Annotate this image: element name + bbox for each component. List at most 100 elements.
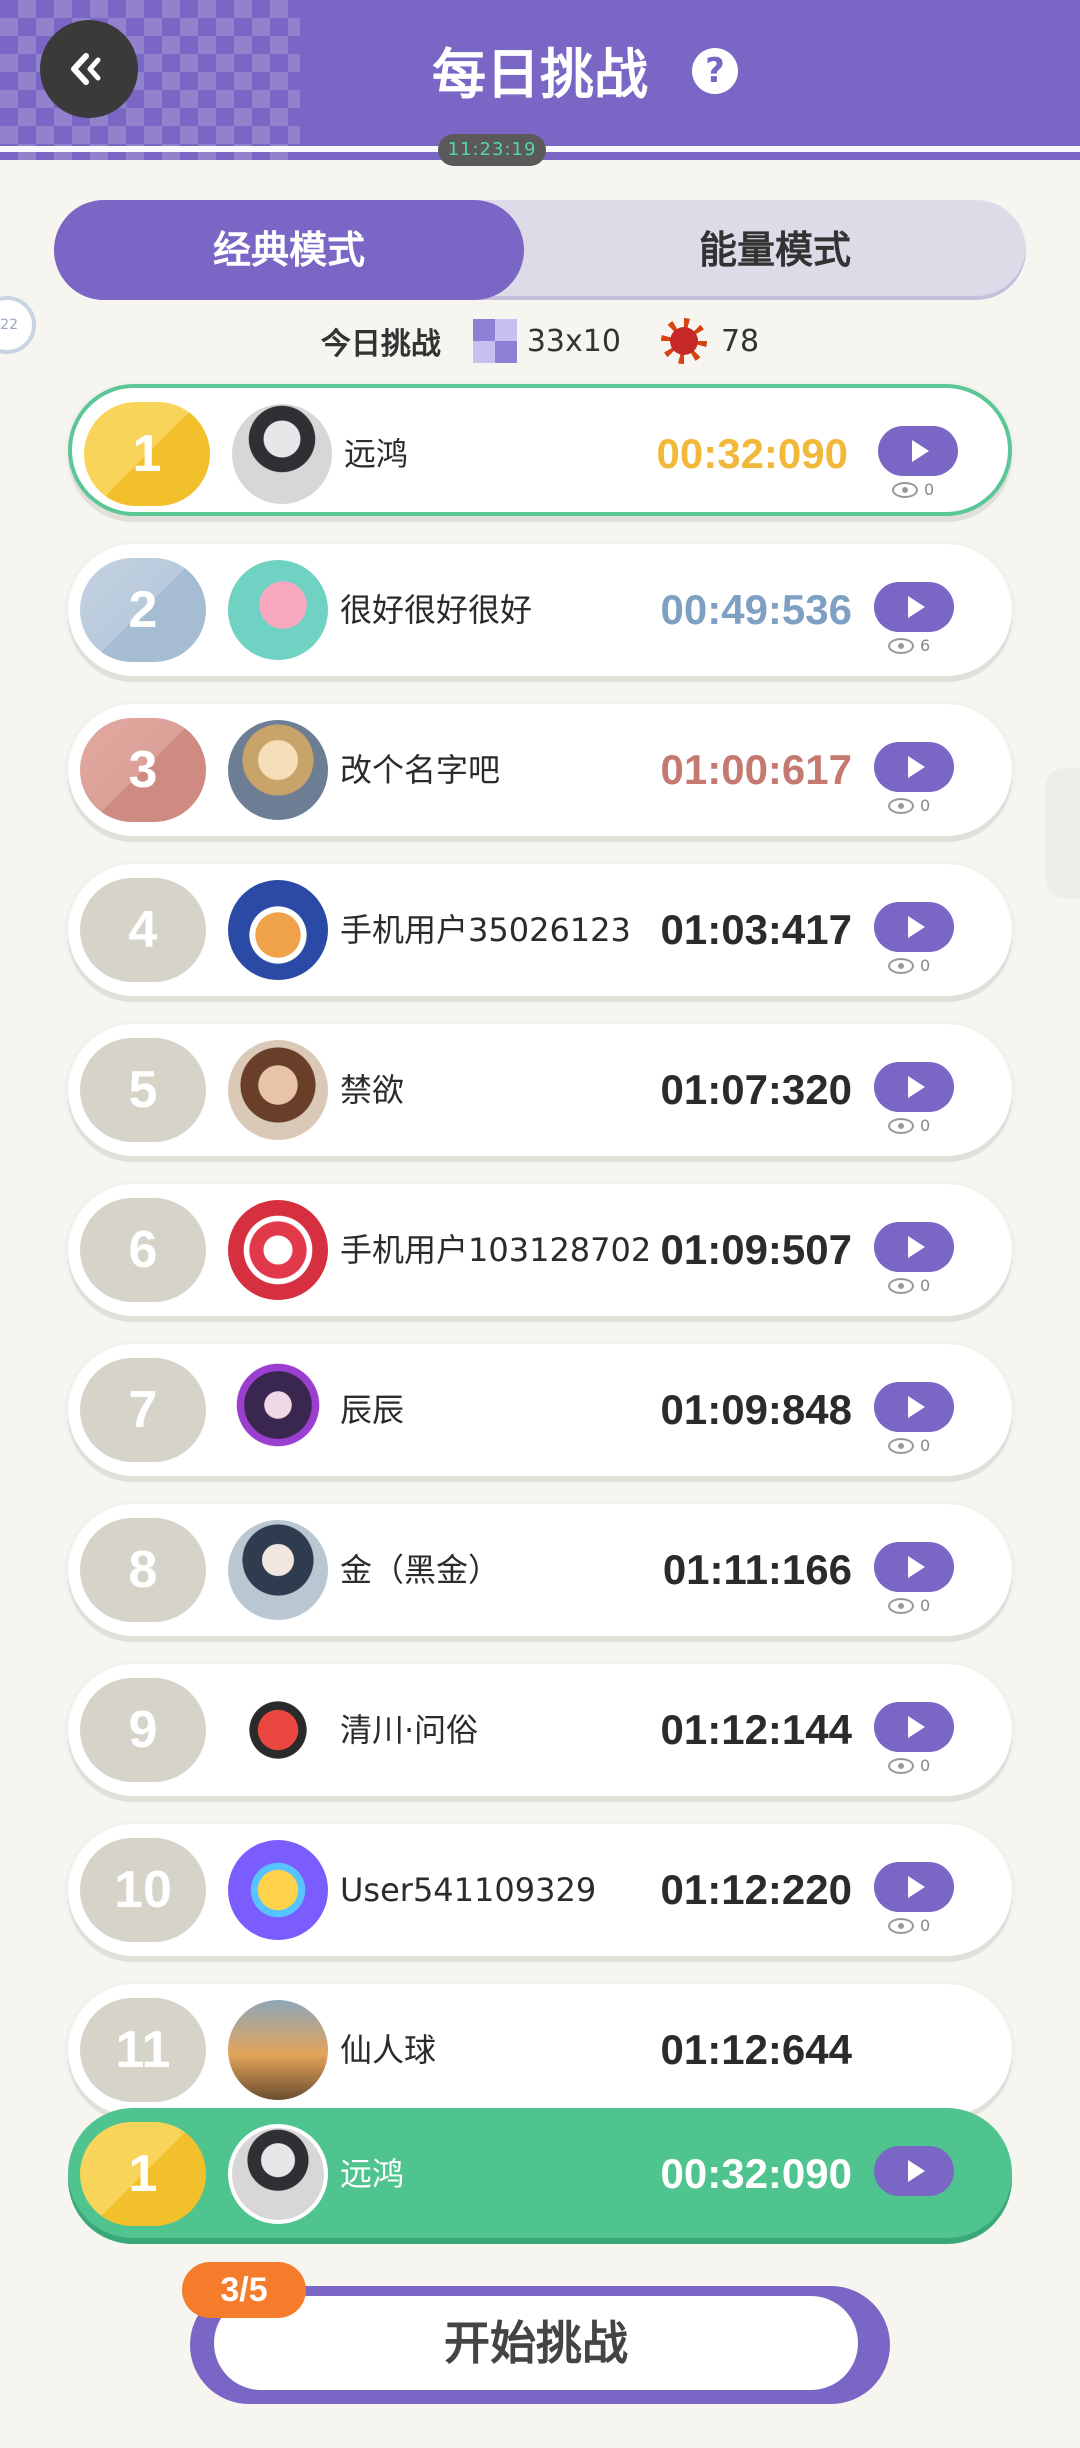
rank-badge: 10 <box>80 1838 206 1942</box>
side-drawer-handle[interactable] <box>1046 768 1080 898</box>
user-avatar[interactable] <box>228 1840 328 1940</box>
rank-badge: 1 <box>84 402 210 506</box>
replay-button[interactable] <box>874 1862 954 1912</box>
tab-classic-mode[interactable]: 经典模式 <box>54 200 524 300</box>
leaderboard-row: 6 手机用户103128702 01:09:507 0 <box>68 1184 1012 1316</box>
view-count-value: 0 <box>920 1596 931 1615</box>
user-avatar[interactable] <box>228 1520 328 1620</box>
play-icon <box>907 1076 925 1098</box>
replay-button[interactable] <box>874 902 954 952</box>
eye-icon <box>888 1437 914 1454</box>
user-avatar[interactable] <box>228 1680 328 1780</box>
rank-badge: 6 <box>80 1198 206 1302</box>
my-rank-badge: 1 <box>80 2122 206 2226</box>
view-count: 0 <box>888 1756 930 1775</box>
completion-time: 01:12:644 <box>660 2026 852 2073</box>
view-count-value: 6 <box>920 636 931 655</box>
rank-badge: 8 <box>80 1518 206 1622</box>
user-name: 金（黑金） <box>340 1551 501 1589</box>
view-count: 0 <box>888 1276 930 1295</box>
replay-button[interactable] <box>874 742 954 792</box>
play-icon <box>907 2160 925 2182</box>
header-status-pill: 11:23:19 <box>438 134 546 166</box>
view-count: 0 <box>888 1596 930 1615</box>
tab-energy-mode[interactable]: 能量模式 <box>524 200 1026 300</box>
user-avatar[interactable] <box>228 1200 328 1300</box>
leaderboard-row: 8 金（黑金） 01:11:166 0 <box>68 1504 1012 1636</box>
user-name: 远鸿 <box>344 435 409 473</box>
play-icon <box>907 1876 925 1898</box>
replay-button[interactable] <box>874 1542 954 1592</box>
leaderboard-row: 3 改个名字吧 01:00:617 0 <box>68 704 1012 836</box>
eye-icon <box>888 1757 914 1774</box>
my-time: 00:32:090 <box>660 2150 852 2197</box>
completion-time: 01:09:507 <box>660 1226 852 1273</box>
user-avatar[interactable] <box>228 560 328 660</box>
leaderboard-row: 10 User541109329 01:12:220 0 <box>68 1824 1012 1956</box>
replay-button[interactable] <box>874 1222 954 1272</box>
view-count-value: 0 <box>920 1276 931 1295</box>
help-icon[interactable]: ? <box>692 48 738 94</box>
user-avatar[interactable] <box>228 2000 328 2100</box>
today-challenge-label: 今日挑战 <box>320 327 441 362</box>
eye-icon <box>888 797 914 814</box>
completion-time: 01:03:417 <box>660 906 852 953</box>
eye-icon <box>888 637 914 654</box>
user-avatar[interactable] <box>228 720 328 820</box>
user-avatar[interactable] <box>228 1040 328 1140</box>
replay-button[interactable] <box>874 1702 954 1752</box>
replay-button[interactable] <box>878 426 958 476</box>
play-icon <box>907 916 925 938</box>
eye-icon <box>888 1597 914 1614</box>
view-count: 0 <box>888 1436 930 1455</box>
attempts-badge: 3/5 <box>182 2262 306 2318</box>
rank-badge: 5 <box>80 1038 206 1142</box>
play-icon <box>907 1716 925 1738</box>
eye-icon <box>888 957 914 974</box>
rank-badge: 2 <box>80 558 206 662</box>
mine-icon <box>660 318 707 364</box>
eye-icon <box>888 1277 914 1294</box>
replay-button[interactable] <box>874 1382 954 1432</box>
user-name: 很好很好很好 <box>340 591 533 629</box>
play-icon <box>907 1236 925 1258</box>
eye-icon <box>888 1117 914 1134</box>
replay-button[interactable] <box>874 1062 954 1112</box>
replay-button[interactable] <box>874 582 954 632</box>
user-avatar[interactable] <box>228 880 328 980</box>
start-challenge-button[interactable]: 开始挑战 <box>214 2296 858 2390</box>
my-avatar <box>228 2124 328 2224</box>
user-avatar[interactable] <box>228 1360 328 1460</box>
user-avatar[interactable] <box>232 404 332 504</box>
view-count: 0 <box>888 796 930 815</box>
mine-count: 78 <box>720 323 760 359</box>
header-bar: 每日挑战 ? <box>0 0 1080 160</box>
leaderboard-row: 4 手机用户35026123 01:03:417 0 <box>68 864 1012 996</box>
completion-time: 00:32:090 <box>656 430 848 477</box>
rank-badge: 9 <box>80 1678 206 1782</box>
rank-badge: 3 <box>80 718 206 822</box>
mode-tabs: 经典模式 能量模式 <box>54 200 1026 300</box>
view-count-value: 0 <box>920 1116 931 1135</box>
play-icon <box>907 756 925 778</box>
user-name: 清川·问俗 <box>340 1711 479 1749</box>
today-challenge-info: 今日挑战 33x10 78 <box>0 314 1080 368</box>
completion-time: 00:49:536 <box>660 586 852 633</box>
user-name: 仙人球 <box>340 2031 437 2069</box>
user-name: 手机用户103128702 <box>340 1231 652 1269</box>
completion-time: 01:11:166 <box>662 1546 852 1593</box>
grid-icon <box>472 319 517 363</box>
leaderboard-row: 1 远鸿 00:32:090 0 <box>68 384 1012 516</box>
completion-time: 01:09:848 <box>660 1386 852 1433</box>
user-name: 手机用户35026123 <box>340 911 631 949</box>
user-name: 禁欲 <box>340 1071 405 1109</box>
rank-badge: 11 <box>80 1998 206 2102</box>
view-count: 0 <box>888 1916 930 1935</box>
view-count-value: 0 <box>920 796 931 815</box>
my-name: 远鸿 <box>340 2155 405 2193</box>
completion-time: 01:00:617 <box>660 746 852 793</box>
my-replay-button[interactable] <box>874 2146 954 2196</box>
user-name: User541109329 <box>340 1871 597 1909</box>
view-count: 0 <box>888 956 930 975</box>
board-size: 33x10 <box>526 323 621 359</box>
